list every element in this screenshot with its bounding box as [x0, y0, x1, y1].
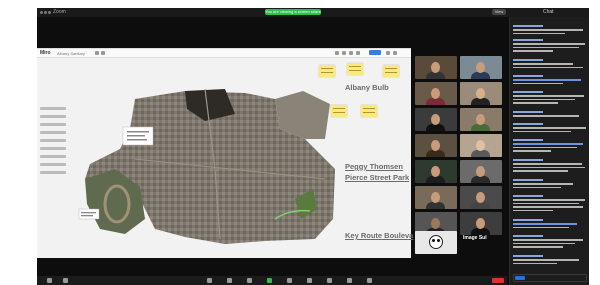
tool-item[interactable] — [40, 155, 66, 158]
sticky-note[interactable] — [361, 105, 377, 117]
shared-screen[interactable]: Miro Albany Sanitary Albany Bulb Peggy T… — [37, 48, 413, 258]
avatar-icon[interactable] — [386, 51, 390, 55]
participant-tile[interactable] — [415, 186, 457, 209]
view-options-button[interactable]: View — [492, 9, 506, 15]
close-window-icon[interactable] — [40, 11, 43, 14]
security-icon[interactable] — [207, 278, 212, 283]
title-bar: Zoom You are viewing a screen share View… — [37, 8, 589, 17]
participant-tile[interactable] — [460, 212, 502, 235]
chat-message — [513, 25, 587, 36]
left-tool-list — [40, 107, 70, 179]
chat-recipient-selector[interactable] — [515, 276, 525, 280]
comment-icon[interactable] — [356, 51, 360, 55]
label-key-route[interactable]: Key Route Bouleva — [345, 231, 413, 240]
apps-icon[interactable] — [327, 278, 332, 283]
chat-message — [513, 111, 587, 119]
chat-input[interactable] — [513, 274, 587, 282]
record-icon[interactable] — [287, 278, 292, 283]
zoom-icon[interactable] — [349, 51, 353, 55]
chat-message — [513, 219, 587, 230]
share-status-pill[interactable]: You are viewing a screen share — [265, 9, 321, 15]
end-meeting-button[interactable] — [492, 278, 504, 283]
minimize-window-icon[interactable] — [44, 11, 47, 14]
participants-icon[interactable] — [227, 278, 232, 283]
chat-message — [513, 75, 587, 86]
tool-item[interactable] — [40, 171, 66, 174]
participant-tile[interactable] — [415, 82, 457, 105]
undo-icon[interactable] — [335, 51, 339, 55]
share-icon[interactable] — [101, 51, 105, 55]
chat-message — [513, 91, 587, 106]
label-peggy-thomsen[interactable]: Peggy Thomsen — [345, 162, 403, 171]
participant-tile[interactable] — [460, 82, 502, 105]
app-title: Zoom — [53, 9, 66, 15]
board-toolbar: Miro Albany Sanitary — [37, 49, 411, 58]
share-button[interactable] — [369, 50, 381, 55]
label-albany-bulb[interactable]: Albany Bulb — [345, 83, 389, 92]
maximize-window-icon[interactable] — [48, 11, 51, 14]
participant-gallery: Image Sul — [415, 56, 505, 256]
menu-icon[interactable] — [393, 51, 397, 55]
participant-tile[interactable] — [460, 186, 502, 209]
mute-icon[interactable] — [47, 278, 52, 283]
tool-item[interactable] — [40, 139, 66, 142]
chat-message — [513, 139, 587, 154]
tool-item[interactable] — [40, 115, 66, 118]
chat-message — [513, 179, 587, 190]
participant-tile[interactable] — [415, 108, 457, 131]
aerial-map-image[interactable] — [75, 69, 335, 249]
video-icon[interactable] — [63, 278, 68, 283]
tool-item[interactable] — [40, 163, 66, 166]
chat-message — [513, 123, 587, 134]
tool-item[interactable] — [40, 147, 66, 150]
settings-icon[interactable] — [95, 51, 99, 55]
label-pierce-street-park[interactable]: Pierce Street Park — [345, 173, 409, 182]
reactions-icon[interactable] — [307, 278, 312, 283]
participant-tile[interactable] — [460, 160, 502, 183]
redo-icon[interactable] — [342, 51, 346, 55]
chat-panel — [509, 17, 589, 285]
board-title[interactable]: Miro — [40, 50, 51, 56]
participant-tile[interactable] — [460, 108, 502, 131]
tool-item[interactable] — [40, 123, 66, 126]
meeting-toolbar — [37, 276, 507, 285]
sticky-note[interactable] — [347, 63, 363, 75]
board-subtitle[interactable]: Albany Sanitary — [57, 51, 85, 56]
participant-tile[interactable] — [415, 160, 457, 183]
panda-avatar-tile[interactable] — [415, 231, 457, 254]
chat-message — [513, 39, 587, 54]
participant-tile[interactable] — [460, 134, 502, 157]
panda-icon — [429, 235, 443, 249]
tool-item[interactable] — [40, 107, 66, 110]
more-icon[interactable] — [367, 278, 372, 283]
participant-tile[interactable] — [415, 56, 457, 79]
chat-title: Chat — [543, 9, 554, 15]
chat-message — [513, 59, 587, 70]
panda-eye — [432, 239, 435, 242]
participant-tile[interactable] — [460, 56, 502, 79]
chat-message — [513, 255, 587, 266]
chat-icon[interactable] — [247, 278, 252, 283]
sticky-note[interactable] — [319, 65, 335, 77]
chat-message — [513, 195, 587, 213]
chat-message — [513, 235, 587, 250]
participant-name-label: Image Sul — [463, 235, 487, 241]
whiteboard-icon[interactable] — [347, 278, 352, 283]
sticky-note[interactable] — [383, 65, 399, 77]
chat-message — [513, 159, 587, 174]
participant-tile[interactable] — [415, 134, 457, 157]
sticky-note[interactable] — [331, 105, 347, 117]
panda-eye — [437, 239, 440, 242]
zoom-window: Zoom You are viewing a screen share View… — [37, 8, 589, 285]
tool-item[interactable] — [40, 131, 66, 134]
share-screen-icon[interactable] — [267, 278, 272, 283]
